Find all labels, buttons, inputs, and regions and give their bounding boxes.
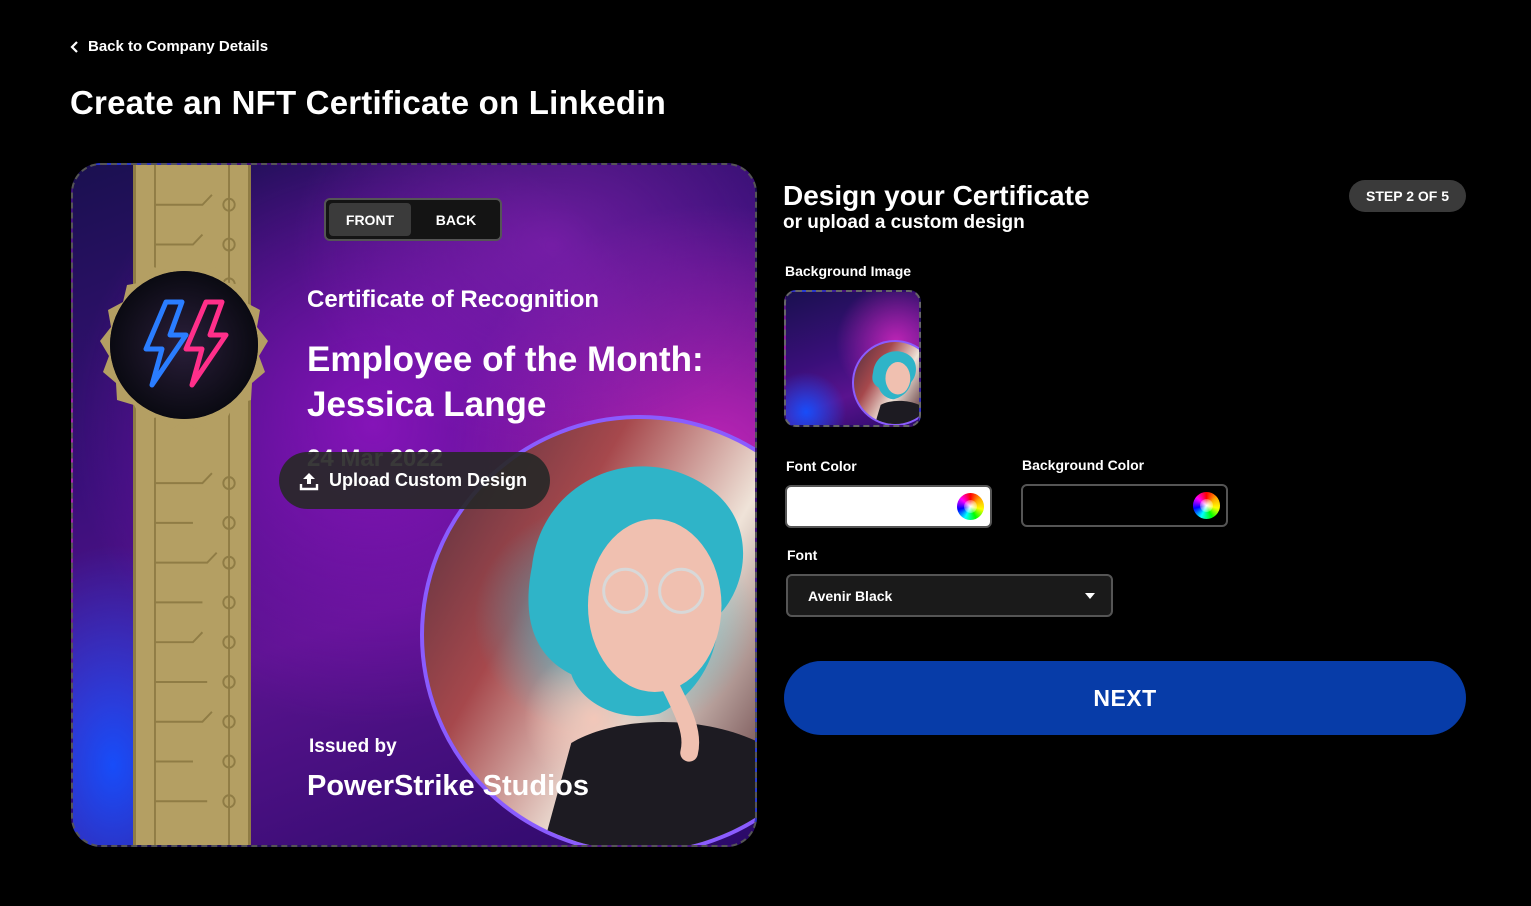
front-tab[interactable]: FRONT	[329, 203, 411, 236]
back-tab[interactable]: BACK	[415, 203, 497, 236]
font-color-input[interactable]	[785, 485, 992, 528]
font-color-label: Font Color	[786, 458, 857, 474]
background-color-input[interactable]	[1021, 484, 1228, 527]
color-wheel-icon[interactable]	[1193, 492, 1220, 519]
back-link-label: Back to Company Details	[88, 38, 269, 55]
font-select[interactable]: Avenir Black	[786, 574, 1113, 617]
chevron-left-icon	[70, 40, 78, 53]
background-image-picker[interactable]	[784, 290, 921, 427]
background-thumbnail-portrait	[852, 340, 919, 425]
next-button[interactable]: NEXT	[784, 661, 1466, 735]
portrait-photo-icon	[872, 351, 919, 424]
upload-custom-design-label: Upload Custom Design	[329, 470, 528, 490]
certificate-face-toggle: FRONT BACK	[324, 198, 502, 241]
font-label: Font	[787, 547, 818, 563]
lightning-bolt-icon	[100, 261, 268, 429]
background-image-label: Background Image	[785, 263, 912, 279]
upload-custom-design-button[interactable]: Upload Custom Design	[279, 452, 550, 509]
issued-by-label: Issued by	[309, 736, 397, 757]
upload-icon	[299, 472, 319, 490]
certificate-preview: FRONT BACK Certificate of Recognition Em…	[71, 163, 757, 847]
font-select-value: Avenir Black	[808, 587, 893, 604]
certificate-subtitle: Certificate of Recognition	[307, 286, 600, 313]
design-panel-subtitle: or upload a custom design	[783, 212, 1025, 233]
background-color-label: Background Color	[1022, 457, 1145, 473]
caret-down-icon	[1085, 593, 1095, 599]
certificate-title: Employee of the Month: Jessica Lange	[307, 340, 704, 424]
step-badge: STEP 2 OF 5	[1349, 180, 1466, 212]
page-title: Create an NFT Certificate on Linkedin	[70, 84, 667, 121]
design-panel-title: Design your Certificate	[783, 180, 1090, 211]
issuer-name: PowerStrike Studios	[307, 770, 590, 802]
certificate-seal	[94, 257, 274, 437]
color-wheel-icon[interactable]	[957, 493, 984, 520]
back-to-company-details-link[interactable]: Back to Company Details	[70, 38, 268, 55]
